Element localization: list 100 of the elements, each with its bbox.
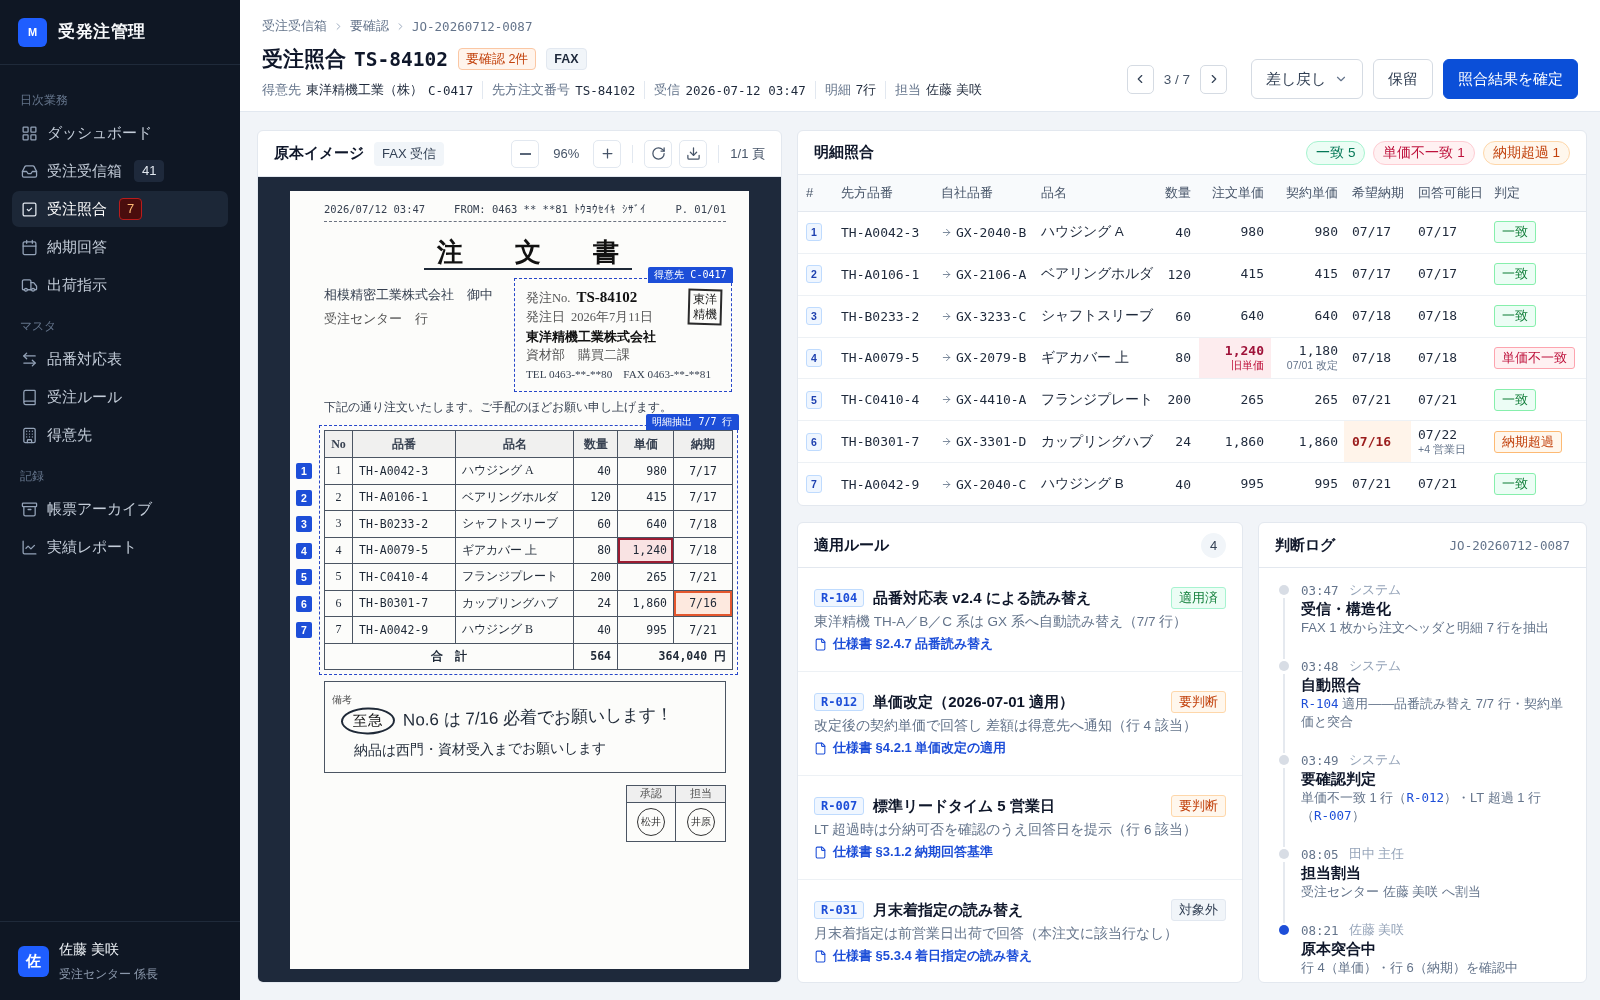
table-cell-text: TH-C0410-4 — [841, 391, 921, 410]
cell-note: 旧単価 — [1231, 359, 1264, 373]
arrow-right-icon — [941, 436, 952, 448]
meta-code: C-0417 — [428, 82, 474, 98]
row-marker: 3 — [296, 516, 312, 532]
log-actor: システム — [1348, 657, 1401, 675]
table-cell: 7 — [325, 617, 353, 644]
calendar-icon — [21, 238, 38, 256]
rule-title: 標準リードタイム 5 営業日 — [873, 796, 1055, 816]
nav-item[interactable]: 品番対応表 — [12, 341, 228, 377]
cell-value: 07/18 — [1352, 308, 1392, 325]
panel-title: 明細照合 — [814, 143, 874, 162]
cell-value: 07/17 — [1352, 266, 1392, 283]
nav-item[interactable]: 帳票アーカイブ — [12, 491, 228, 527]
table-cell-text: TH-A0106-1 — [841, 265, 921, 284]
status-badge: 単価不一致 — [1494, 346, 1575, 369]
left-right-arrow-icon — [21, 350, 38, 368]
pager-position: 3 / 7 — [1163, 71, 1190, 87]
column-header: 品名 — [1041, 183, 1068, 202]
nav-item[interactable]: 受注照合 7 — [12, 191, 228, 227]
rotate-button[interactable] — [644, 139, 673, 168]
rule-description: LT 超過時は分納可否を確認のうえ回答日を提示（行 6 該当） — [814, 821, 1199, 839]
nav-item[interactable]: 出荷指示 — [12, 267, 228, 303]
table-cell: 7/17 — [674, 458, 733, 485]
department: 資材部 購買二課 — [526, 347, 631, 364]
table-cell: TH-C0410-4 — [353, 564, 456, 591]
cell-value: 1,860 — [1298, 433, 1338, 450]
breadcrumb-link[interactable]: 要確認 — [350, 17, 389, 35]
row-number-badge: 6 — [806, 432, 822, 451]
spec-link[interactable]: 仕様書 §3.1.2 納期回答基準 — [814, 843, 994, 861]
own-part-number: GX-2079-B — [956, 350, 1027, 366]
table-cell: 2 — [325, 484, 353, 511]
action-button[interactable]: 保留 — [1373, 59, 1433, 99]
download-button[interactable] — [679, 139, 708, 168]
dropdown-button[interactable]: 差し戻し — [1251, 59, 1363, 99]
table-cell: TH-A0042-3 — [353, 458, 456, 485]
building-icon — [21, 426, 38, 444]
table-cell-text: 24 — [1174, 433, 1192, 452]
column-header: 先方品番 — [841, 183, 894, 202]
log-title: 担当割当 — [1301, 863, 1362, 883]
fax-header-text: 2026/07/12 03:47 — [324, 203, 426, 216]
table-cell-text: フランジプレート — [1041, 390, 1153, 409]
document-title: 注 文 書 — [424, 237, 632, 270]
rule-link[interactable]: R-007 — [1314, 808, 1352, 823]
spec-link[interactable]: 仕様書 §2.4.7 品番読み替え — [814, 635, 994, 653]
truck-icon — [21, 276, 38, 294]
document-icon — [814, 741, 827, 755]
arrow-right-icon — [941, 268, 952, 280]
status-badge: 要判断 — [1171, 795, 1226, 817]
cell-value: 265 — [1314, 391, 1338, 408]
nav-item[interactable]: 受注受信箱 41 — [12, 153, 228, 189]
zoom-out-button[interactable] — [511, 139, 540, 168]
nav-item[interactable]: 受注ルール — [12, 379, 228, 415]
cell-value: 265 — [1240, 391, 1264, 408]
table-cell-text: 200 — [1166, 391, 1192, 410]
inbox-icon — [21, 162, 38, 180]
intro-text: 下記の通り注文いたします。ご手配のほどお願い申し上げます。 — [324, 400, 673, 414]
rule-link[interactable]: R-012 — [1406, 790, 1445, 805]
row-marker: 6 — [296, 595, 312, 612]
nav-item[interactable]: 実績レポート — [12, 529, 228, 565]
nav-item[interactable]: 得意先 — [12, 417, 228, 453]
cell-value: 07/18 — [1352, 349, 1392, 366]
spec-link[interactable]: 仕様書 §5.3.4 着日指定の読み替え — [814, 947, 1033, 965]
cell-value: 640 — [1240, 308, 1264, 325]
log-description: 受注センター 佐藤 美咲 へ割当 — [1301, 883, 1482, 901]
spec-link[interactable]: 仕様書 §4.2.1 単価改定の適用 — [814, 739, 1007, 757]
confirm-button[interactable]: 照合結果を確定 — [1443, 59, 1578, 99]
table-cell: 364,040 円 — [618, 643, 733, 670]
cell-value: 995 — [1240, 476, 1264, 493]
table-cell: 4 — [325, 537, 353, 564]
row-marker: 1 — [296, 463, 312, 479]
own-part-number: GX-2040-C — [956, 476, 1027, 492]
document-icon — [814, 845, 827, 859]
company-seal: 東洋精機 — [687, 288, 723, 326]
rule-description: 東洋精機 TH-A／B／C 系は GX 系へ自動読み替え（7/7 行） — [814, 613, 1189, 631]
table-cell: カップリングハブ — [456, 590, 574, 617]
arrow-right-icon — [941, 310, 952, 322]
nav-item[interactable]: 納期回答 — [12, 229, 228, 265]
row-marker: 4 — [296, 542, 312, 559]
breadcrumb-link[interactable]: 受注受信箱 — [262, 17, 327, 35]
region-tag: 明細抽出 7/7 行 — [646, 414, 739, 430]
column-header: 数量 — [574, 431, 618, 458]
cell-value: 07/21 — [1352, 476, 1392, 493]
meta-value: 佐藤 美咲 — [926, 81, 982, 99]
book-icon — [21, 388, 38, 406]
status-badge: 要確認 2件 — [457, 48, 537, 70]
rule-link[interactable]: R-104 — [1301, 696, 1339, 711]
order-number-label: 発注No. — [526, 290, 571, 307]
table-cell-text: TH-A0042-9 — [841, 475, 921, 494]
row-marker: 7 — [296, 622, 312, 638]
table-cell: 3 — [325, 511, 353, 538]
cell-value: 1,180 — [1298, 343, 1338, 360]
meta-value: TS-84102 — [575, 82, 636, 98]
zoom-in-button[interactable] — [593, 139, 622, 168]
nav-section-label: マスタ — [19, 319, 57, 334]
log-description: 行 4（単価）・行 6（納期）を確認中 — [1301, 959, 1519, 977]
meta-label: 担当 — [895, 81, 922, 99]
log-description: 単価不一致 1 行（R-012）・LT 超過 1 行（R-007） — [1301, 789, 1543, 825]
nav-item[interactable]: ダッシュボード — [12, 115, 228, 151]
log-title: 原本突合中 — [1301, 939, 1377, 959]
